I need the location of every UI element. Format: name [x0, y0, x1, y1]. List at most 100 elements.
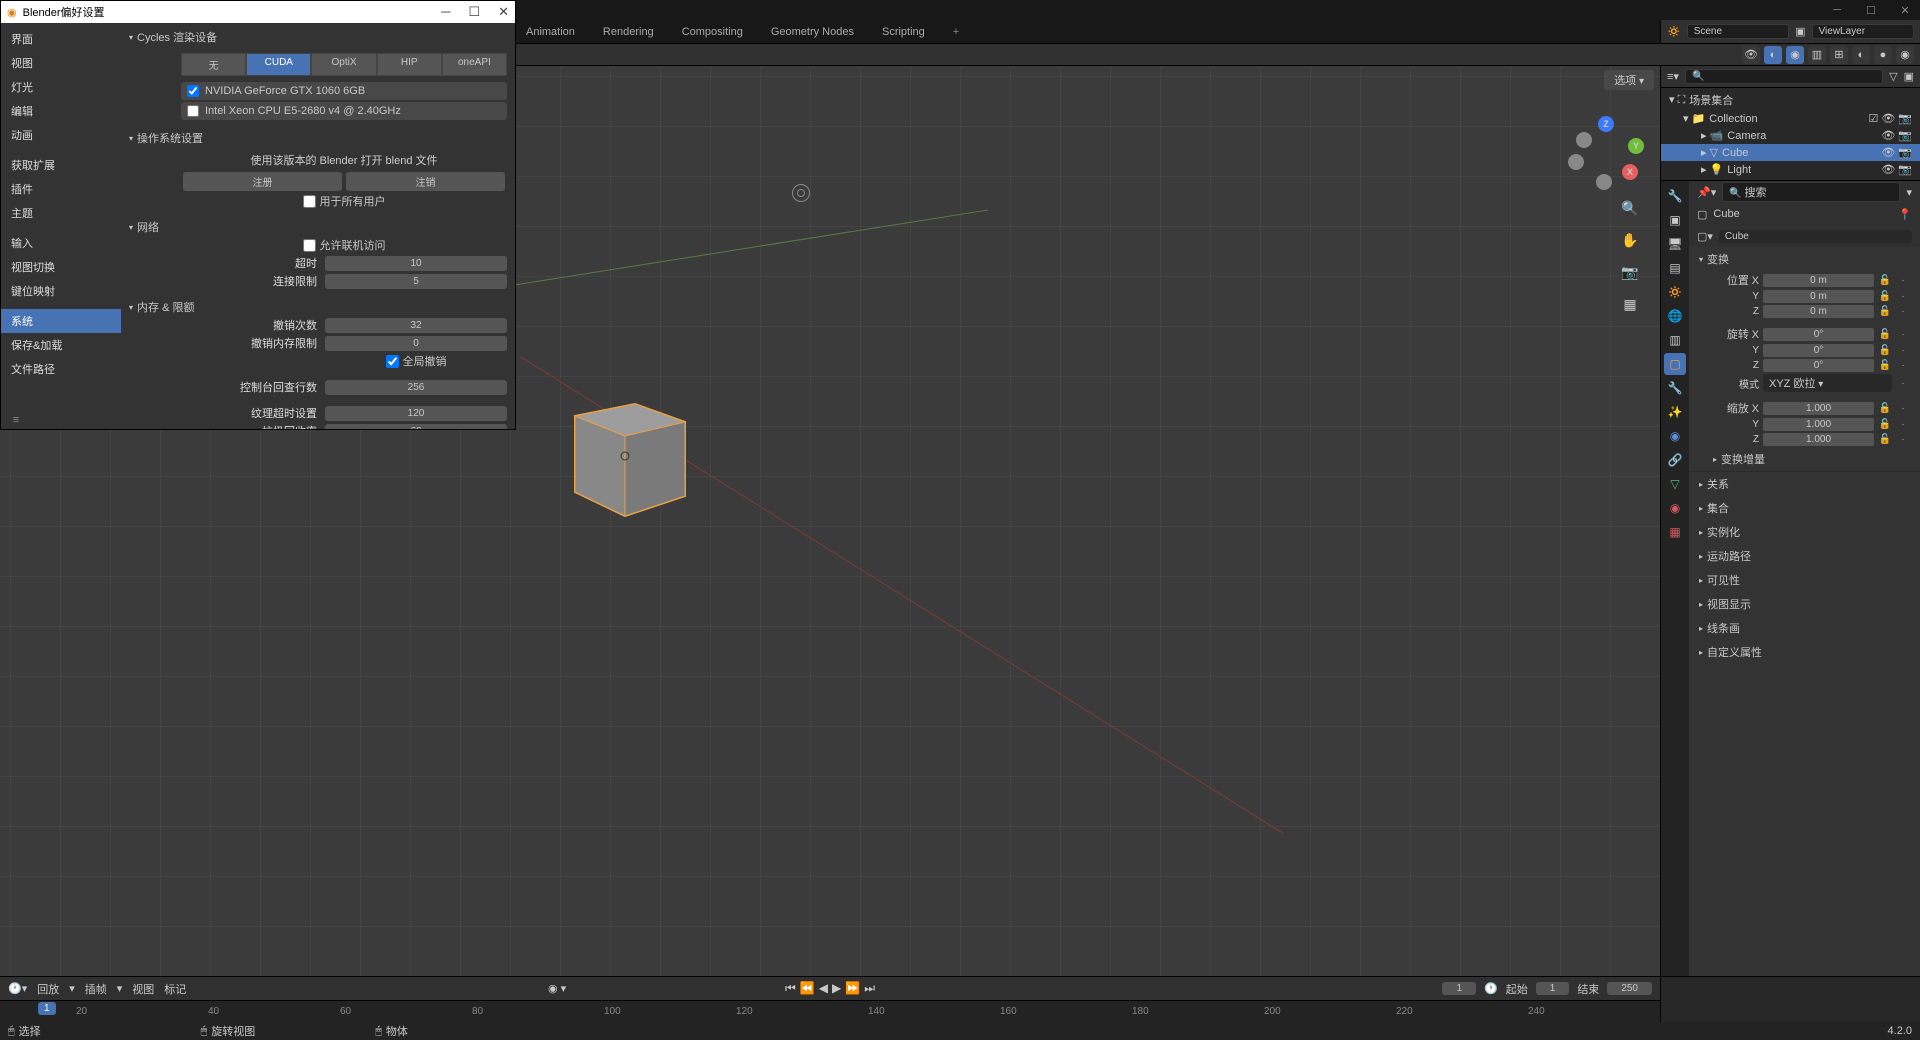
rotation-y-input[interactable]: 0°: [1763, 344, 1874, 357]
gc-rate-input[interactable]: 60: [325, 424, 507, 430]
rotation-z-input[interactable]: 0°: [1763, 359, 1874, 372]
collections-header[interactable]: ▸集合: [1689, 496, 1920, 520]
render-icon[interactable]: 📷: [1898, 163, 1912, 176]
cpu-device-checkbox[interactable]: [187, 105, 199, 117]
prefs-tab-themes[interactable]: 主题: [1, 201, 121, 225]
proptab-world[interactable]: 🌐: [1664, 305, 1686, 327]
lock-icon[interactable]: 🔓: [1878, 329, 1892, 340]
gizmo-neg-axis[interactable]: [1568, 154, 1584, 170]
start-frame-input[interactable]: 1: [1536, 982, 1570, 995]
scale-x-input[interactable]: 1.000: [1763, 402, 1874, 415]
options-icon[interactable]: ▾: [1906, 186, 1912, 199]
location-y-input[interactable]: 0 m: [1763, 290, 1874, 303]
prev-keyframe-icon[interactable]: ⏪: [800, 981, 815, 996]
add-workspace-icon[interactable]: +: [947, 22, 965, 42]
viewlayer-input[interactable]: ViewLayer: [1812, 24, 1914, 39]
proptab-viewlayer[interactable]: ▤: [1664, 257, 1686, 279]
scale-z-input[interactable]: 1.000: [1763, 433, 1874, 446]
lock-icon[interactable]: 🔓: [1878, 306, 1892, 317]
proptab-render[interactable]: ▣: [1664, 209, 1686, 231]
prefs-tab-filepaths[interactable]: 文件路径: [1, 357, 121, 381]
cycles-devices-header[interactable]: ▾Cycles 渲染设备: [125, 27, 507, 47]
unregister-button[interactable]: 注销: [346, 172, 505, 191]
outliner-camera[interactable]: ▸ 📹 Camera 👁📷: [1661, 127, 1920, 144]
lock-icon[interactable]: 🔓: [1878, 360, 1892, 371]
allow-online-checkbox[interactable]: [303, 239, 316, 252]
dialog-minimize-icon[interactable]: ─: [441, 4, 450, 20]
visibility-header[interactable]: ▸可见性: [1689, 568, 1920, 592]
object-name-input[interactable]: Cube: [1719, 230, 1912, 243]
lineart-header[interactable]: ▸线条画: [1689, 616, 1920, 640]
proptab-tool[interactable]: 🔧: [1664, 185, 1686, 207]
location-z-input[interactable]: 0 m: [1763, 305, 1874, 318]
instancing-header[interactable]: ▸实例化: [1689, 520, 1920, 544]
pin-icon[interactable]: 📍: [1898, 208, 1912, 221]
gizmo-neg-axis[interactable]: [1576, 132, 1592, 148]
rotation-x-input[interactable]: 0°: [1763, 328, 1874, 341]
prefs-tab-save-load[interactable]: 保存&加载: [1, 333, 121, 357]
proptab-modifiers[interactable]: 🔧: [1664, 377, 1686, 399]
lock-icon[interactable]: 🔓: [1878, 291, 1892, 302]
zoom-icon[interactable]: 🔍: [1618, 196, 1642, 220]
playback-menu[interactable]: 回放: [37, 981, 59, 997]
tab-geometry-nodes[interactable]: Geometry Nodes: [765, 22, 860, 42]
render-icon[interactable]: 📷: [1898, 112, 1912, 125]
new-collection-icon[interactable]: ▣: [1904, 70, 1914, 83]
proptab-data[interactable]: ▽: [1664, 473, 1686, 495]
outliner-search-input[interactable]: 🔍: [1685, 69, 1883, 84]
shading-solid-button[interactable]: ◐: [1852, 46, 1870, 64]
prefs-tab-system[interactable]: 系统: [1, 309, 121, 333]
outliner-light[interactable]: ▸ 💡 Light 👁📷: [1661, 161, 1920, 178]
global-undo-checkbox[interactable]: [386, 355, 399, 368]
gizmo-x-axis[interactable]: X: [1622, 164, 1638, 180]
relations-header[interactable]: ▸关系: [1689, 472, 1920, 496]
shading-rendered-button[interactable]: ◉: [1896, 46, 1914, 64]
proptab-collection[interactable]: ▥: [1664, 329, 1686, 351]
jump-end-icon[interactable]: ⏭: [864, 981, 875, 996]
prefs-tab-keymap[interactable]: 键位映射: [1, 279, 121, 303]
gizmo-y-axis[interactable]: Y: [1628, 138, 1644, 154]
prefs-tab-plugins[interactable]: 插件: [1, 177, 121, 201]
eye-icon[interactable]: 👁: [1881, 112, 1895, 125]
shading-material-button[interactable]: ●: [1874, 46, 1892, 64]
undo-mem-input[interactable]: 0: [325, 336, 507, 351]
proptab-physics[interactable]: ◉: [1664, 425, 1686, 447]
location-x-input[interactable]: 0 m: [1763, 274, 1874, 287]
device-tab-none[interactable]: 无: [181, 53, 246, 76]
checkbox-icon[interactable]: ☑: [1868, 112, 1878, 125]
lock-icon[interactable]: 🔓: [1878, 419, 1892, 430]
properties-search-input[interactable]: 🔍 搜索: [1722, 182, 1900, 202]
navigation-gizmo[interactable]: Z Y X: [1570, 116, 1640, 186]
scale-y-input[interactable]: 1.000: [1763, 418, 1874, 431]
timeline-ruler[interactable]: 1 20406080100120140160180200220240: [0, 1000, 1660, 1022]
rotation-mode-select[interactable]: XYZ 欧拉 ▾: [1763, 374, 1892, 392]
render-icon[interactable]: 📷: [1898, 129, 1912, 142]
proptab-texture[interactable]: ▦: [1664, 521, 1686, 543]
prefs-tab-interface[interactable]: 界面: [1, 27, 121, 51]
outliner-scene-collection[interactable]: ▾ ⛶ 场景集合: [1661, 90, 1920, 110]
tab-scripting[interactable]: Scripting: [876, 22, 931, 42]
cpu-device-row[interactable]: Intel Xeon CPU E5-2680 v4 @ 2.40GHz: [181, 102, 507, 120]
undo-steps-input[interactable]: 32: [325, 318, 507, 333]
transform-section-header[interactable]: ▾变换: [1689, 247, 1920, 271]
eye-icon[interactable]: 👁: [1881, 146, 1895, 159]
gizmo-z-axis[interactable]: Z: [1598, 116, 1614, 132]
outliner-mode-icon[interactable]: ≡▾: [1667, 70, 1679, 83]
delta-transform-header[interactable]: ▸变换增量: [1689, 447, 1920, 471]
keying-menu[interactable]: 插帧: [85, 981, 107, 997]
close-icon[interactable]: ✕: [1898, 3, 1912, 17]
clock-icon[interactable]: 🕐: [1484, 982, 1498, 995]
dialog-maximize-icon[interactable]: ☐: [468, 4, 480, 20]
outliner-cube[interactable]: ▸ ▽ Cube 👁📷: [1661, 144, 1920, 161]
jump-start-icon[interactable]: ⏮: [785, 981, 796, 996]
overlay-button[interactable]: ◉: [1786, 46, 1804, 64]
outliner-collection[interactable]: ▾ 📁 Collection ☑👁📷: [1661, 110, 1920, 127]
filter-icon[interactable]: ▽: [1889, 70, 1897, 83]
tab-rendering[interactable]: Rendering: [597, 22, 660, 42]
device-tab-hip[interactable]: HIP: [377, 53, 442, 76]
playhead-marker[interactable]: 1: [38, 1002, 56, 1015]
all-users-checkbox[interactable]: [303, 195, 316, 208]
custom-props-header[interactable]: ▸自定义属性: [1689, 640, 1920, 664]
viewport-options-button[interactable]: 选项 ▾: [1604, 70, 1654, 90]
gizmo-neg-axis[interactable]: [1596, 174, 1612, 190]
